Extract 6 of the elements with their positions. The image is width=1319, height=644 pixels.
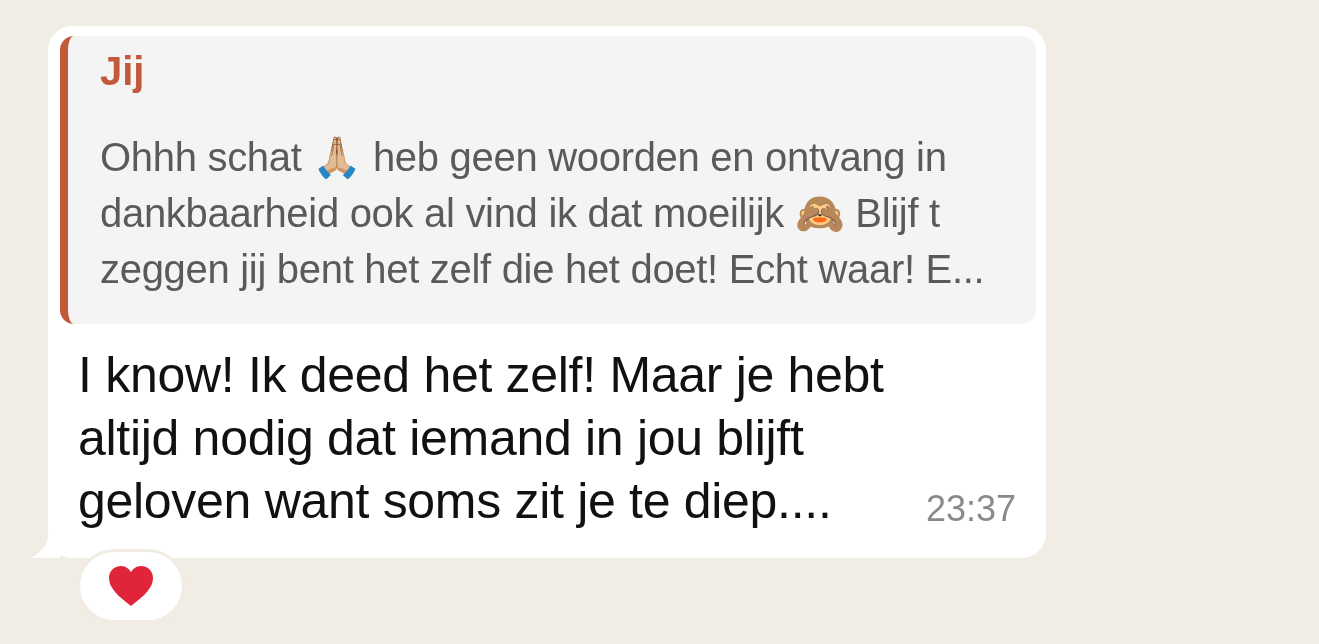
message-text: I know! Ik deed het zelf! Maar je hebt altijd nodig dat iemand in jou blijft geloven want soms zit je te diep.... bbox=[78, 346, 884, 531]
quote-author: Jij bbox=[100, 48, 145, 95]
message-time: 23:37 bbox=[925, 489, 1016, 529]
quote-text: Ohhh schat 🙏🏼 heb geen woorden en ontvang in dankbaarheid ook al vind ik dat moeilijk 🙈 Blijf t zeggen jij bent het zelf die het doet! Echt waar! E... bbox=[100, 134, 985, 293]
heart-icon bbox=[108, 565, 154, 607]
quoted-message[interactable]: Jij Ohhh schat 🙏🏼 heb geen woorden en ontvang in dankbaarheid ook al vind ik dat moeilijk 🙈 Blijf t zeggen jij bent het zelf die het doet! Echt waar! E... bbox=[60, 36, 1036, 324]
